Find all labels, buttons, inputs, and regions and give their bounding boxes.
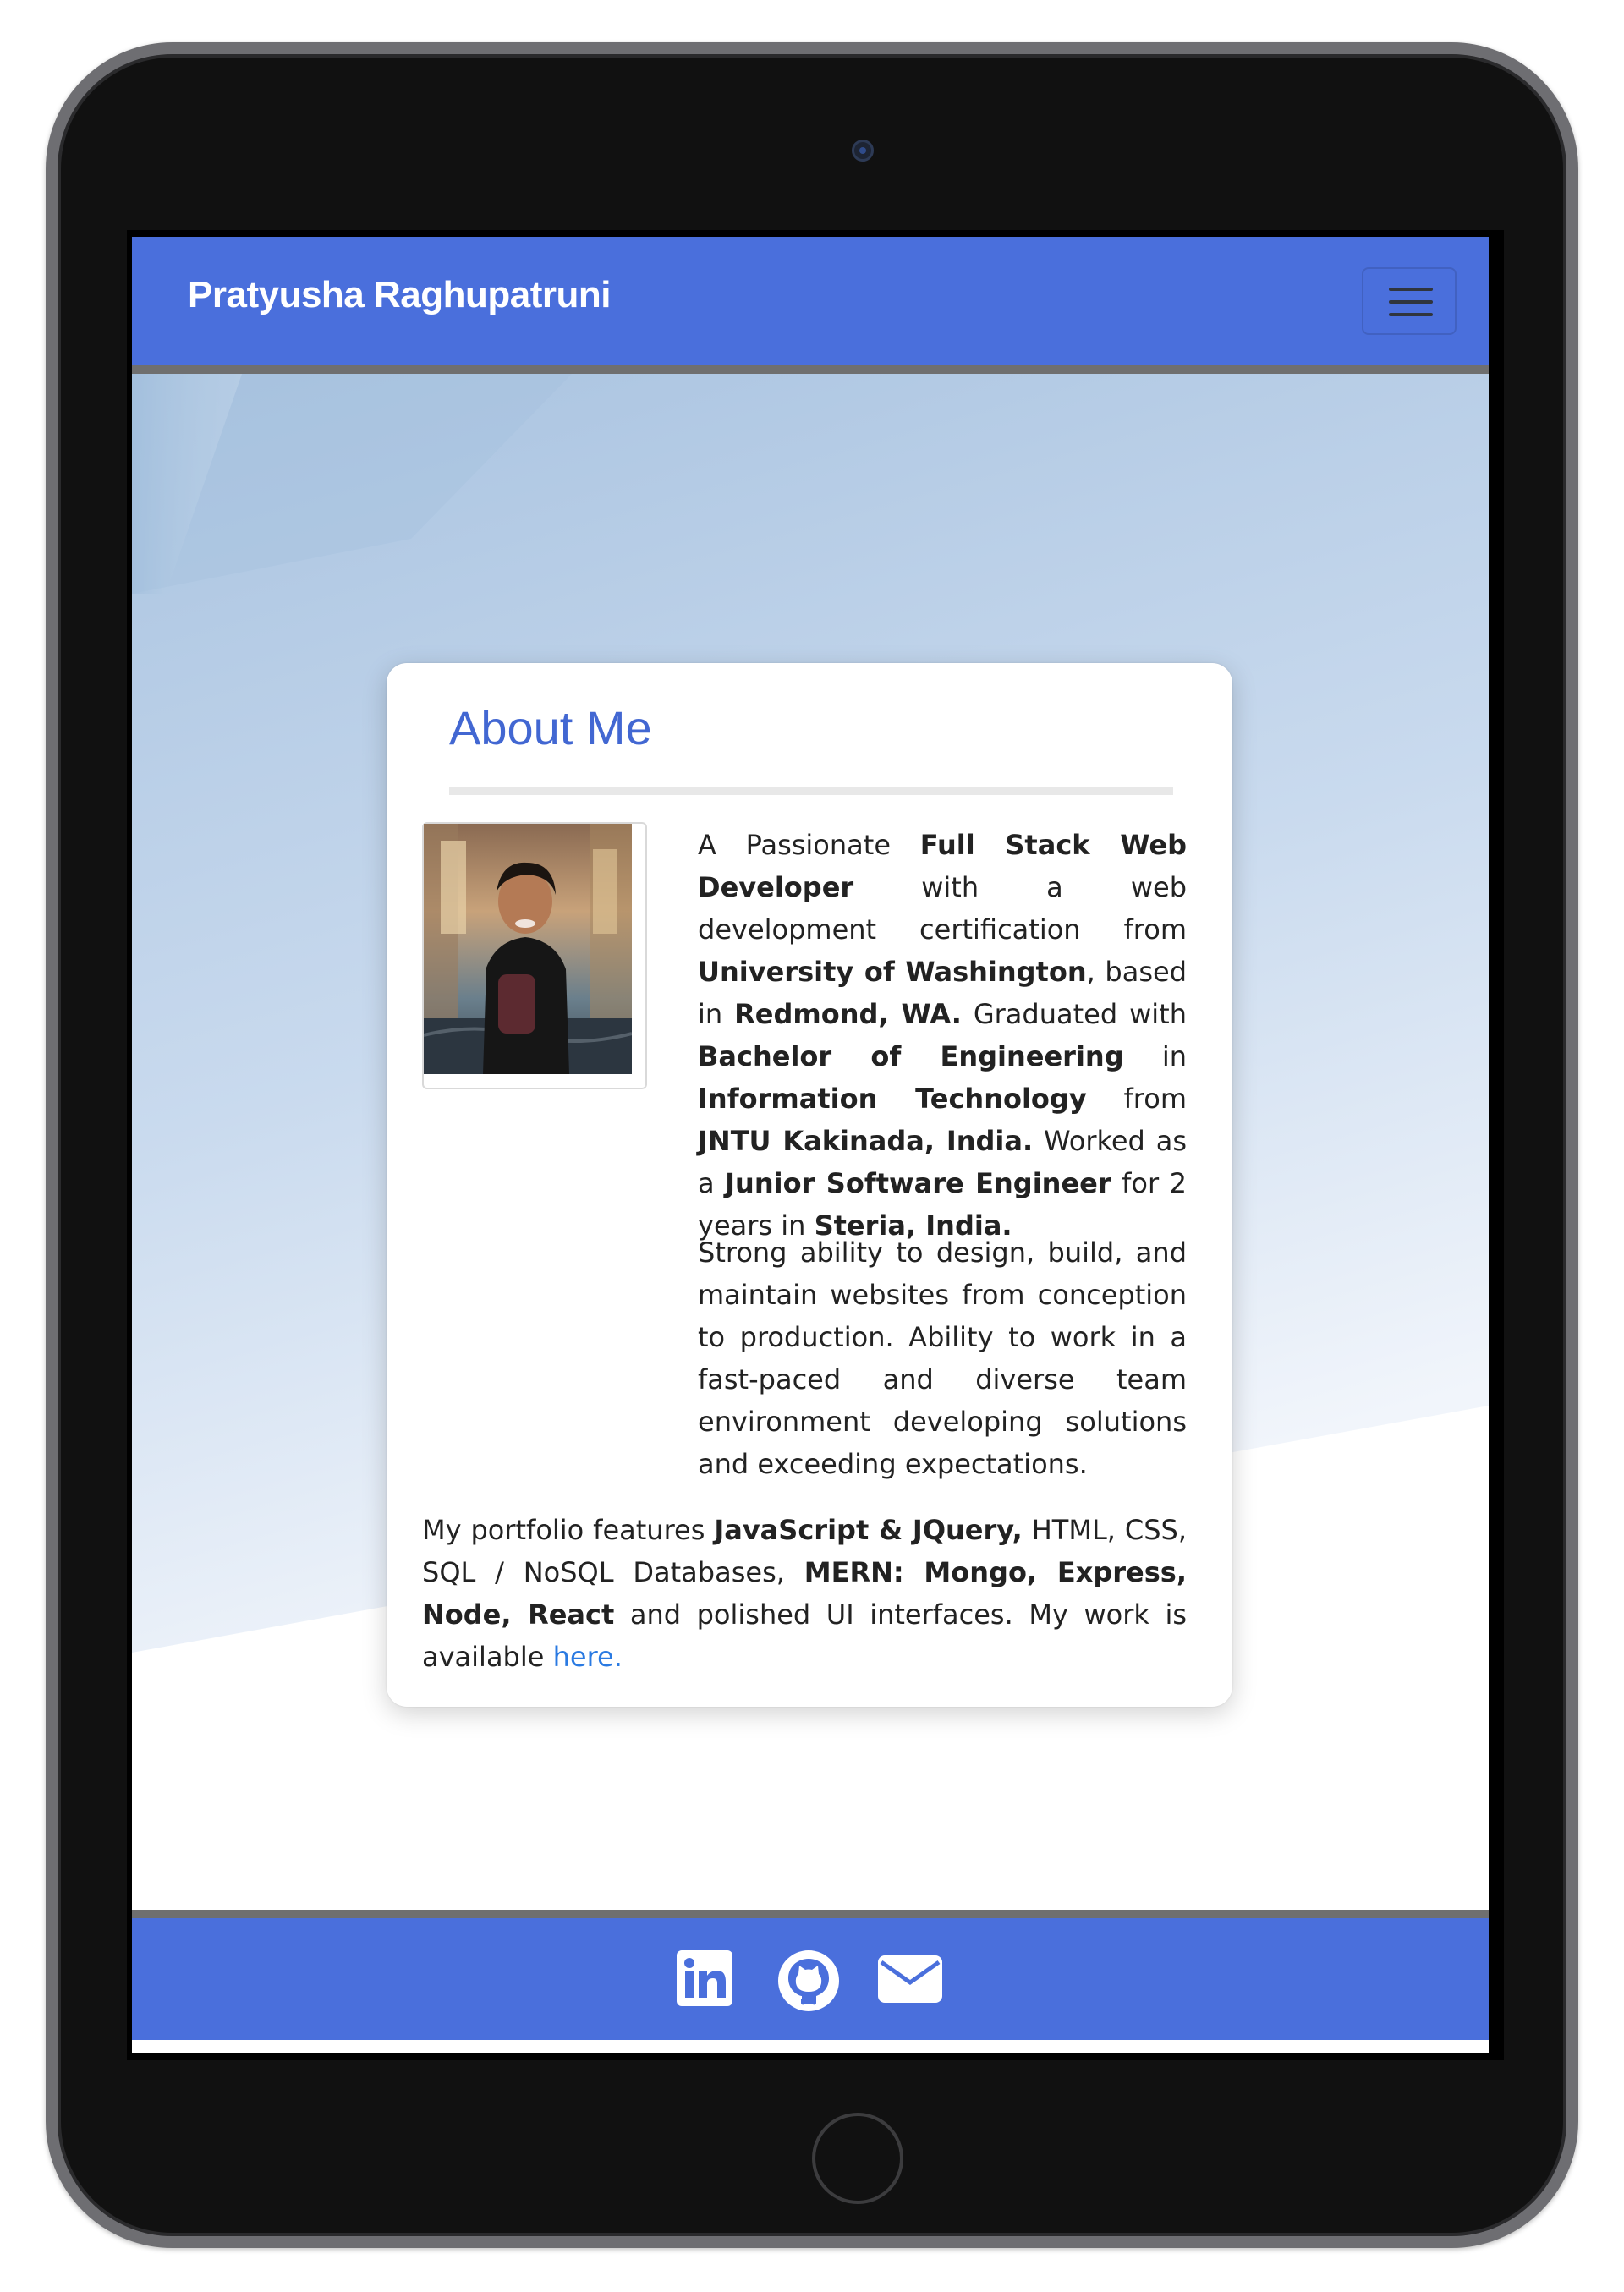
envelope-icon[interactable] xyxy=(876,1954,944,2004)
screen: Pratyusha Raghupatruni About Me A Passio… xyxy=(127,230,1504,2060)
about-title: About Me xyxy=(449,701,652,754)
camera-icon xyxy=(852,140,874,162)
github-icon[interactable] xyxy=(776,1949,841,2013)
strengths-paragraph: Strong ability to design, build, and mai… xyxy=(698,1236,1187,1480)
portfolio-paragraph: My portfolio features JavaScript & JQuer… xyxy=(422,1514,1188,1673)
brand-link[interactable]: Pratyusha Raghupatruni xyxy=(188,274,611,316)
title-divider xyxy=(449,787,1173,795)
footer xyxy=(132,1910,1489,2040)
hamburger-menu-icon xyxy=(1389,288,1433,291)
portfolio-link[interactable]: here. xyxy=(553,1641,623,1673)
browser-viewport: Pratyusha Raghupatruni About Me A Passio… xyxy=(132,237,1489,2053)
intro-paragraph: A Passionate Full Stack Web Developer wi… xyxy=(698,829,1188,1242)
hamburger-menu-icon xyxy=(1389,300,1433,304)
navbar-toggler-button[interactable] xyxy=(1362,267,1457,335)
about-card: About Me A Passionate Full Stack Web Dev… xyxy=(387,663,1232,1707)
profile-photo-image xyxy=(424,824,632,1074)
profile-photo xyxy=(422,822,647,1089)
navbar: Pratyusha Raghupatruni xyxy=(132,237,1489,374)
hamburger-menu-icon xyxy=(1389,313,1433,316)
linkedin-icon[interactable] xyxy=(675,1949,734,2008)
hero-background: About Me A Passionate Full Stack Web Dev… xyxy=(132,374,1489,1906)
home-button[interactable] xyxy=(812,2113,903,2204)
